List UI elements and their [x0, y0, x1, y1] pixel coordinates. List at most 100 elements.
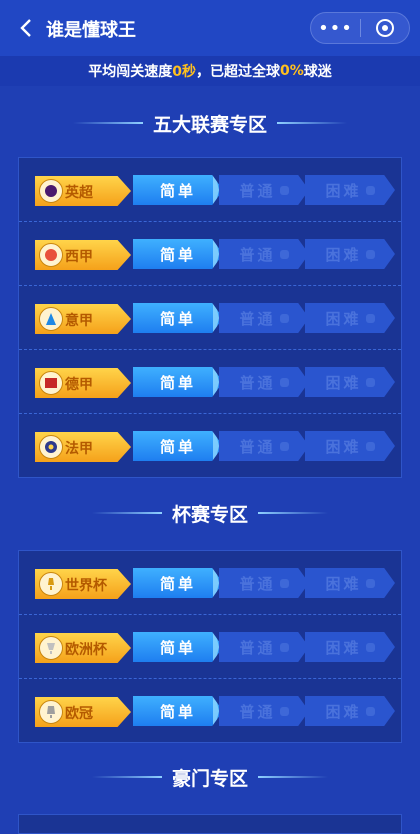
section-title-text: 豪门专区 — [171, 767, 248, 790]
mini-program-capsule: ••• — [310, 12, 410, 44]
lock-icon — [279, 185, 289, 195]
lock-icon — [279, 578, 289, 588]
league-row-ligue1: 法甲 简单 普通 困难 — [19, 414, 401, 477]
lock-icon — [279, 377, 289, 387]
title-deco-line — [258, 776, 328, 778]
champions-league-trophy-icon — [39, 700, 63, 724]
level-label: 困难 — [325, 181, 362, 200]
league-name: 西甲 — [65, 249, 93, 265]
banner-mid: ，已超过全球 — [195, 64, 280, 80]
lock-icon — [279, 313, 289, 323]
league-badge: 法甲 — [35, 432, 131, 462]
easy-button[interactable]: 简单 — [133, 239, 223, 269]
lock-icon — [365, 313, 375, 323]
world-cup-trophy-icon — [39, 572, 63, 596]
lock-icon — [279, 706, 289, 716]
cup-row-ucl: 欧冠 简单 普通 困难 — [19, 679, 401, 742]
normal-button-locked[interactable]: 普通 — [219, 175, 309, 205]
hard-button-locked[interactable]: 困难 — [305, 367, 395, 397]
lock-icon — [365, 578, 375, 588]
level-label: 普通 — [239, 181, 276, 200]
normal-button-locked[interactable]: 普通 — [219, 239, 309, 269]
level-label: 普通 — [239, 638, 276, 657]
level-label: 困难 — [325, 245, 362, 264]
easy-button[interactable]: 简单 — [133, 632, 223, 662]
level-label: 普通 — [239, 437, 276, 456]
banner-prefix: 平均闯关速度 — [88, 64, 173, 80]
title-deco-line — [91, 776, 162, 778]
hard-button-locked[interactable]: 困难 — [305, 568, 395, 598]
normal-button-locked[interactable]: 普通 — [219, 431, 309, 461]
banner-speed: 0秒 — [172, 64, 196, 80]
normal-button-locked[interactable]: 普通 — [219, 568, 309, 598]
easy-button[interactable]: 简单 — [133, 367, 223, 397]
normal-button-locked[interactable]: 普通 — [219, 303, 309, 333]
level-label: 普通 — [239, 309, 276, 328]
ligue1-logo-icon — [39, 435, 63, 459]
easy-button[interactable]: 简单 — [133, 431, 223, 461]
hard-button-locked[interactable]: 困难 — [305, 303, 395, 333]
league-badge: 意甲 — [35, 304, 131, 334]
league-row-bundesliga: 德甲 简单 普通 困难 — [19, 350, 401, 414]
target-close-icon[interactable] — [361, 13, 409, 43]
banner-suffix: 球迷 — [303, 64, 332, 80]
serie-a-logo-icon — [39, 307, 63, 331]
easy-button[interactable]: 简单 — [133, 568, 223, 598]
level-label: 困难 — [325, 309, 362, 328]
normal-button-locked[interactable]: 普通 — [219, 696, 309, 726]
level-label: 困难 — [325, 702, 362, 721]
five-leagues-panel: 英超 简单 普通 困难 西甲 简单 普通 困难 意甲 简单 普通 困难 德甲 简… — [18, 157, 402, 478]
hard-button-locked[interactable]: 困难 — [305, 175, 395, 205]
league-name: 世界杯 — [65, 578, 107, 594]
premier-league-logo-icon — [39, 179, 63, 203]
title-deco-line — [91, 512, 162, 514]
title-deco-line — [258, 512, 328, 514]
cup-row-world-cup: 世界杯 简单 普通 困难 — [19, 551, 401, 615]
section-title-cups: 杯赛专区 — [0, 498, 420, 528]
league-badge: 世界杯 — [35, 569, 131, 599]
hard-button-locked[interactable]: 困难 — [305, 239, 395, 269]
league-name: 法甲 — [65, 441, 93, 457]
lock-icon — [279, 642, 289, 652]
section-title-text: 五大联赛专区 — [152, 113, 267, 136]
level-label: 普通 — [239, 574, 276, 593]
league-name: 欧冠 — [65, 706, 93, 722]
league-row-epl: 英超 简单 普通 困难 — [19, 158, 401, 222]
speed-banner: 平均闯关速度 0秒 ，已超过全球 0% 球迷 — [0, 56, 420, 86]
level-label: 困难 — [325, 574, 362, 593]
level-label: 困难 — [325, 638, 362, 657]
section-title-clubs: 豪门专区 — [0, 762, 420, 792]
clubs-panel — [18, 814, 402, 834]
league-name: 意甲 — [65, 313, 93, 329]
hard-button-locked[interactable]: 困难 — [305, 632, 395, 662]
banner-percent: 0% — [279, 63, 304, 79]
level-label: 困难 — [325, 373, 362, 392]
easy-button[interactable]: 简单 — [133, 175, 223, 205]
lock-icon — [365, 249, 375, 259]
lock-icon — [365, 642, 375, 652]
lock-icon — [365, 706, 375, 716]
more-dots-icon[interactable]: ••• — [311, 13, 360, 43]
league-row-laliga: 西甲 简单 普通 困难 — [19, 222, 401, 286]
level-label: 困难 — [325, 437, 362, 456]
easy-button[interactable]: 简单 — [133, 303, 223, 333]
hard-button-locked[interactable]: 困难 — [305, 696, 395, 726]
lock-icon — [365, 441, 375, 451]
league-name: 欧洲杯 — [65, 642, 107, 658]
laliga-logo-icon — [39, 243, 63, 267]
lock-icon — [365, 377, 375, 387]
back-button[interactable] — [12, 14, 40, 42]
nav-bar: 谁是懂球王 ••• — [0, 0, 420, 56]
cups-panel: 世界杯 简单 普通 困难 欧洲杯 简单 普通 困难 欧冠 简单 普通 困难 — [18, 550, 402, 743]
lock-icon — [279, 441, 289, 451]
level-label: 普通 — [239, 702, 276, 721]
chevron-left-icon — [20, 19, 31, 37]
easy-button[interactable]: 简单 — [133, 696, 223, 726]
normal-button-locked[interactable]: 普通 — [219, 367, 309, 397]
hard-button-locked[interactable]: 困难 — [305, 431, 395, 461]
league-badge: 英超 — [35, 176, 131, 206]
league-badge: 欧洲杯 — [35, 633, 131, 663]
normal-button-locked[interactable]: 普通 — [219, 632, 309, 662]
league-badge: 德甲 — [35, 368, 131, 398]
title-deco-line — [277, 122, 347, 124]
